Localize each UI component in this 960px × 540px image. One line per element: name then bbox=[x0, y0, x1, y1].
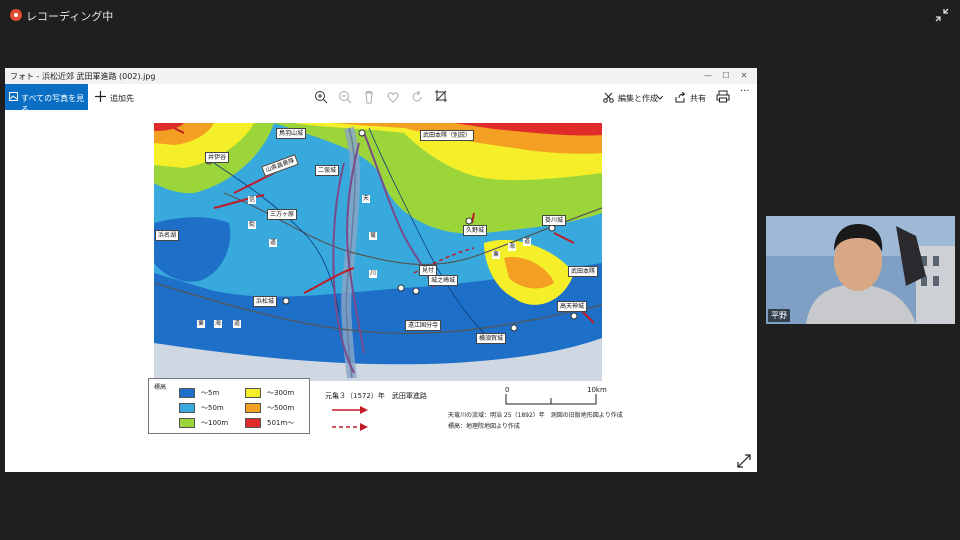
map-label-iinoya: 井伊谷 bbox=[205, 152, 230, 163]
scale-10km: 10km bbox=[587, 386, 607, 394]
legend-swatch bbox=[245, 403, 261, 413]
legend-title: 標高 bbox=[154, 384, 167, 391]
add-to-label: 追加先 bbox=[110, 94, 134, 103]
more-options-button[interactable]: ··· bbox=[740, 86, 754, 102]
title-bar: フォト - 浜松近郊 武田軍進路 (002).jpg — ☐ ✕ bbox=[5, 68, 757, 84]
scale-zero: 0 bbox=[505, 386, 510, 394]
map-label-shironosaki-castle: 城之崎城 bbox=[428, 275, 459, 286]
road-char: 海 bbox=[508, 243, 517, 251]
legend-swatch bbox=[245, 388, 261, 398]
scale-bar bbox=[505, 394, 597, 405]
map-label-mikatagahara: 三方ヶ原 bbox=[267, 209, 298, 220]
rotate-icon[interactable] bbox=[410, 89, 424, 105]
share-icon bbox=[675, 92, 686, 103]
maximize-button[interactable]: ☐ bbox=[719, 70, 733, 82]
map-label-kakegawa-castle: 掛川城 bbox=[542, 215, 567, 226]
all-photos-label: すべての写真を見る bbox=[21, 94, 85, 114]
river-char: 川 bbox=[369, 270, 378, 278]
route-arrow-solid bbox=[332, 406, 368, 414]
crop-icon[interactable] bbox=[434, 89, 448, 105]
participant-name: 平野 bbox=[768, 309, 790, 322]
share-label: 共有 bbox=[690, 94, 706, 103]
map-label-hamanako: 浜名湖 bbox=[155, 230, 180, 241]
road-char: 東 bbox=[197, 320, 206, 328]
webcam-video bbox=[766, 216, 955, 324]
edit-scissors-icon bbox=[603, 92, 614, 103]
elevation-legend: 標高 〜5m 〜50m 〜100m 〜300m 〜500m 501m〜 bbox=[148, 378, 310, 434]
map-label-futamata-castle: 二俣城 bbox=[315, 165, 340, 176]
road-char: 信 bbox=[248, 196, 257, 204]
source-note-river: 天竜川の流域：明治 25（1892）年 測図の旧版地形図より作成 bbox=[448, 412, 623, 419]
road-char: 道 bbox=[269, 239, 278, 247]
zoom-out-icon[interactable] bbox=[338, 89, 352, 105]
map-label-toba-castle: 鳥羽山城 bbox=[276, 128, 307, 139]
legend-swatch bbox=[245, 418, 261, 428]
legend-swatch bbox=[179, 418, 195, 428]
recording-bar: レコーディング中 bbox=[0, 0, 960, 30]
legend-swatch bbox=[179, 388, 195, 398]
minimize-button[interactable]: — bbox=[701, 70, 715, 82]
map-label-takatenjin-castle: 高天神城 bbox=[557, 301, 588, 312]
road-char: 海 bbox=[214, 320, 223, 328]
share-button[interactable]: 共有 bbox=[675, 89, 707, 105]
plus-icon bbox=[95, 91, 106, 102]
route-arrow-dashed bbox=[332, 423, 368, 431]
road-char: 道 bbox=[523, 238, 532, 246]
map-label-hamamatsu-castle: 浜松城 bbox=[253, 296, 278, 307]
route-caption: 元亀３（1572）年 武田軍進路 bbox=[325, 392, 427, 400]
map-label-totomi-kokubunji: 遠江国分寺 bbox=[405, 320, 442, 331]
road-char: 街 bbox=[248, 221, 257, 229]
all-photos-button[interactable]: すべての写真を見る bbox=[5, 84, 88, 114]
favorite-heart-icon[interactable] bbox=[386, 89, 400, 105]
webcam-tile: 平野 bbox=[766, 216, 955, 324]
window-title: フォト - 浜松近郊 武田軍進路 (002).jpg bbox=[10, 72, 156, 81]
close-button[interactable]: ✕ bbox=[737, 70, 751, 82]
edit-create-button[interactable]: 編集と作成 bbox=[603, 89, 667, 105]
toolbar: すべての写真を見る 追加先 編集と作成 共有 ··· bbox=[5, 84, 757, 114]
delete-icon[interactable] bbox=[362, 89, 376, 105]
road-char: 東 bbox=[492, 251, 501, 259]
map-label-takeda-main: 武田本隊 bbox=[568, 266, 599, 277]
photos-window: フォト - 浜松近郊 武田軍進路 (002).jpg — ☐ ✕ すべての写真を… bbox=[5, 68, 757, 472]
river-char: 竜 bbox=[369, 232, 378, 240]
map-label-takeda-main-alt: 武田本隊（別説） bbox=[420, 130, 475, 141]
river-char: 天 bbox=[362, 195, 371, 203]
print-icon[interactable] bbox=[716, 89, 730, 105]
legend-swatch bbox=[179, 403, 195, 413]
source-note-elevation: 標高：地理院地図より作成 bbox=[448, 423, 520, 430]
edit-create-label: 編集と作成 bbox=[618, 94, 658, 103]
recording-icon bbox=[10, 9, 22, 21]
map-label-yokosuka-castle: 横須賀城 bbox=[476, 333, 507, 344]
photo-icon bbox=[9, 92, 18, 101]
road-char: 道 bbox=[233, 320, 242, 328]
zoom-in-icon[interactable] bbox=[314, 89, 328, 105]
expand-icon[interactable] bbox=[737, 454, 751, 468]
recording-label: レコーディング中 bbox=[26, 10, 114, 23]
map-label-kuno-castle: 久野城 bbox=[463, 225, 488, 236]
chevron-down-icon bbox=[657, 96, 663, 100]
exit-fullscreen-icon[interactable] bbox=[934, 7, 950, 23]
